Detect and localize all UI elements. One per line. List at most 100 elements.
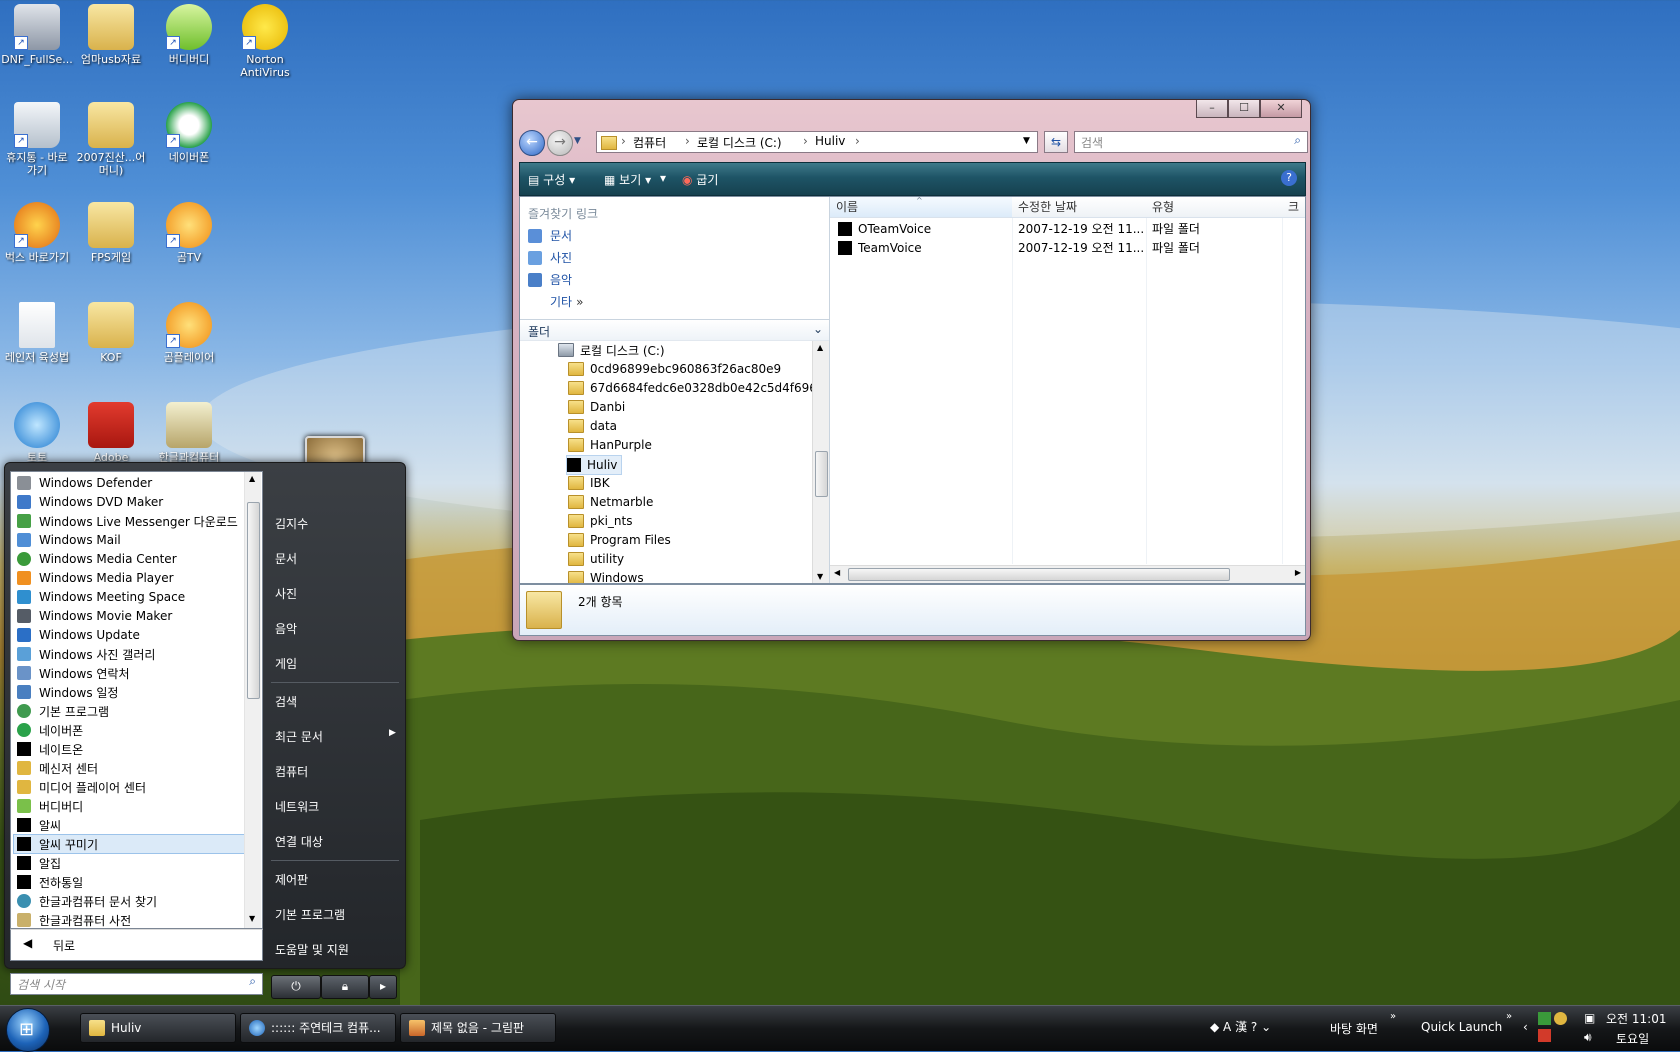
start-right-user[interactable]: 김지수 (275, 515, 308, 532)
maximize-button[interactable]: ☐ (1228, 100, 1260, 118)
tree-item[interactable]: utility (568, 550, 624, 568)
back-row[interactable]: ◀ 뒤로 (10, 929, 263, 961)
scrollbar-thumb[interactable] (247, 502, 260, 699)
program-item[interactable]: Windows Media Center (17, 550, 177, 568)
breadcrumb-local-disk[interactable]: 로컬 디스크 (C:) (697, 134, 782, 151)
tree-item[interactable]: 67d6684fedc6e0328db0e42c5d4f6969 (568, 379, 812, 397)
file-row[interactable]: TeamVoice (838, 239, 922, 257)
program-item[interactable]: 한글과컴퓨터 사전 (17, 911, 131, 929)
search-input[interactable]: 검색 ⌕ (1074, 131, 1308, 153)
scrollbar-thumb[interactable] (848, 568, 1230, 581)
program-item[interactable]: Windows Movie Maker (17, 607, 172, 625)
folders-header[interactable]: 폴더 ⌄ (520, 319, 829, 341)
explorer-window[interactable]: – ☐ ✕ ← → ▼ › 컴퓨터 › 로컬 디스크 (C:) › Huliv … (512, 99, 1311, 641)
start-right-computer[interactable]: 컴퓨터 (275, 763, 308, 780)
tree-item[interactable]: IBK (568, 474, 610, 492)
tree-item-local-disk[interactable]: 로컬 디스크 (C:) (558, 341, 665, 359)
start-right-default-programs[interactable]: 기본 프로그램 (275, 906, 345, 923)
power-button[interactable]: ⏻ (271, 975, 321, 999)
scroll-up-icon[interactable]: ▲ (817, 343, 823, 352)
program-item[interactable]: Windows Live Messenger 다운로드 (17, 512, 238, 530)
programs-scrollbar[interactable]: ▲ ▼ (244, 472, 261, 928)
scroll-down-icon[interactable]: ▼ (249, 914, 255, 923)
start-right-pictures[interactable]: 사진 (275, 585, 297, 602)
program-item[interactable]: 전하통일 (17, 873, 83, 891)
desktop-icon-hancom[interactable]: 한글과컴퓨터 (152, 402, 226, 464)
scroll-up-icon[interactable]: ▲ (249, 474, 255, 483)
file-list-hscrollbar[interactable]: ◀ ▶ (830, 565, 1305, 583)
double-chevron-icon[interactable]: » (1506, 1011, 1512, 1022)
desktop-icon-toto[interactable]: 토토 (0, 402, 74, 464)
network-icon[interactable]: ▣ (1584, 1011, 1595, 1025)
program-item[interactable]: Windows 일정 (17, 683, 118, 701)
tree-item[interactable]: data (568, 417, 617, 435)
help-icon[interactable]: ? (1281, 170, 1297, 186)
tree-item[interactable]: Program Files (568, 531, 671, 549)
minimize-button[interactable]: – (1196, 100, 1228, 118)
program-item[interactable]: 메신저 센터 (17, 759, 98, 777)
start-right-music[interactable]: 음악 (275, 620, 297, 637)
program-item[interactable]: Windows DVD Maker (17, 493, 163, 511)
breadcrumb-computer[interactable]: 컴퓨터 (633, 134, 666, 151)
tree-item[interactable]: pki_nts (568, 512, 632, 530)
program-item[interactable]: Windows Media Player (17, 569, 174, 587)
desktop-toolbar[interactable]: 바탕 화면 (1330, 1020, 1378, 1037)
column-header-date[interactable]: 수정한 날짜 (1012, 197, 1147, 218)
address-dropdown-icon[interactable]: ▼ (1023, 136, 1030, 146)
start-right-games[interactable]: 게임 (275, 655, 297, 672)
clock-time[interactable]: 오전 11:01 (1606, 1010, 1666, 1027)
file-row[interactable]: OTeamVoice (838, 220, 931, 238)
start-right-documents[interactable]: 문서 (275, 550, 297, 567)
program-item[interactable]: 미디어 플레이어 센터 (17, 778, 146, 796)
desktop-icon-fps-folder[interactable]: FPS게임 (74, 202, 148, 264)
show-hidden-icons-button[interactable]: ‹ (1523, 1020, 1528, 1034)
program-item[interactable]: Windows Defender (17, 474, 152, 492)
desktop-icon-bugs[interactable]: ↗ 벅스 바로가기 (0, 202, 74, 264)
column-header-name[interactable]: 이름 ^ (830, 196, 1013, 218)
back-button[interactable]: ← (519, 130, 545, 156)
address-bar[interactable]: › 컴퓨터 › 로컬 디스크 (C:) › Huliv › ▼ (596, 131, 1038, 153)
burn-button[interactable]: ◉ 굽기 (682, 171, 718, 188)
tree-scrollbar[interactable]: ▲ ▼ (812, 341, 829, 583)
program-item[interactable]: 네이버폰 (17, 721, 83, 739)
views-dropdown[interactable]: ▾ (660, 171, 666, 185)
quick-launch-toolbar[interactable]: Quick Launch (1421, 1020, 1502, 1034)
tree-item[interactable]: Netmarble (568, 493, 653, 511)
tree-item[interactable]: Windows (568, 569, 644, 583)
desktop-icon-dnf[interactable]: ↗ DNF_FullSe... (0, 4, 74, 66)
shutdown-options-button[interactable]: ▸ (369, 975, 397, 999)
desktop-icon-norton[interactable]: ↗ Norton AntiVirus (228, 4, 302, 79)
alert-icon[interactable] (1538, 1029, 1551, 1042)
recent-pages-chevron-icon[interactable]: ▼ (574, 136, 581, 146)
program-item[interactable]: 네이트온 (17, 740, 83, 758)
clock-day[interactable]: 토요일 (1616, 1030, 1649, 1047)
start-right-search[interactable]: 검색 (275, 693, 297, 710)
desktop-icon-gomtv[interactable]: ↗ 곰TV (152, 202, 226, 264)
desktop-icon-adobe[interactable]: Adobe (74, 402, 148, 464)
security-icon[interactable] (1538, 1012, 1551, 1025)
scroll-down-icon[interactable]: ▼ (817, 572, 823, 581)
start-search-input[interactable]: 검색 시작 ⌕ (10, 973, 263, 995)
tree-item[interactable]: HanPurple (568, 436, 652, 454)
taskbar-button-explorer[interactable]: Huliv (80, 1013, 236, 1043)
program-item[interactable]: 알집 (17, 854, 61, 872)
start-right-connect-to[interactable]: 연결 대상 (275, 833, 323, 850)
program-item-highlighted[interactable]: 알씨 꾸미기 (13, 834, 254, 854)
desktop-icon-2007-folder[interactable]: 2007진산...어머니) (74, 102, 148, 177)
views-button[interactable]: ▦ 보기 ▾ (604, 171, 651, 188)
search-icon[interactable]: ⌕ (1294, 133, 1301, 148)
favorite-link-more[interactable]: 기타» (550, 293, 583, 310)
favorite-link-music[interactable]: 음악 (528, 271, 572, 288)
scrollbar-thumb[interactable] (815, 451, 828, 497)
desktop-icon-kof-folder[interactable]: KOF (74, 302, 148, 364)
program-item[interactable]: Windows Update (17, 626, 140, 644)
forward-button[interactable]: → (547, 130, 573, 156)
desktop-icon-usb-folder[interactable]: 엄마usb자료 (74, 4, 148, 66)
start-right-control-panel[interactable]: 제어판 (275, 871, 308, 888)
volume-icon[interactable]: 🔊︎ (1584, 1030, 1592, 1045)
desktop-icon-gomplayer[interactable]: ↗ 곰플레이어 (152, 302, 226, 364)
program-item[interactable]: Windows 연락처 (17, 664, 130, 682)
favorite-link-pictures[interactable]: 사진 (528, 249, 572, 266)
program-item[interactable]: Windows Meeting Space (17, 588, 185, 606)
close-button[interactable]: ✕ (1260, 100, 1302, 118)
